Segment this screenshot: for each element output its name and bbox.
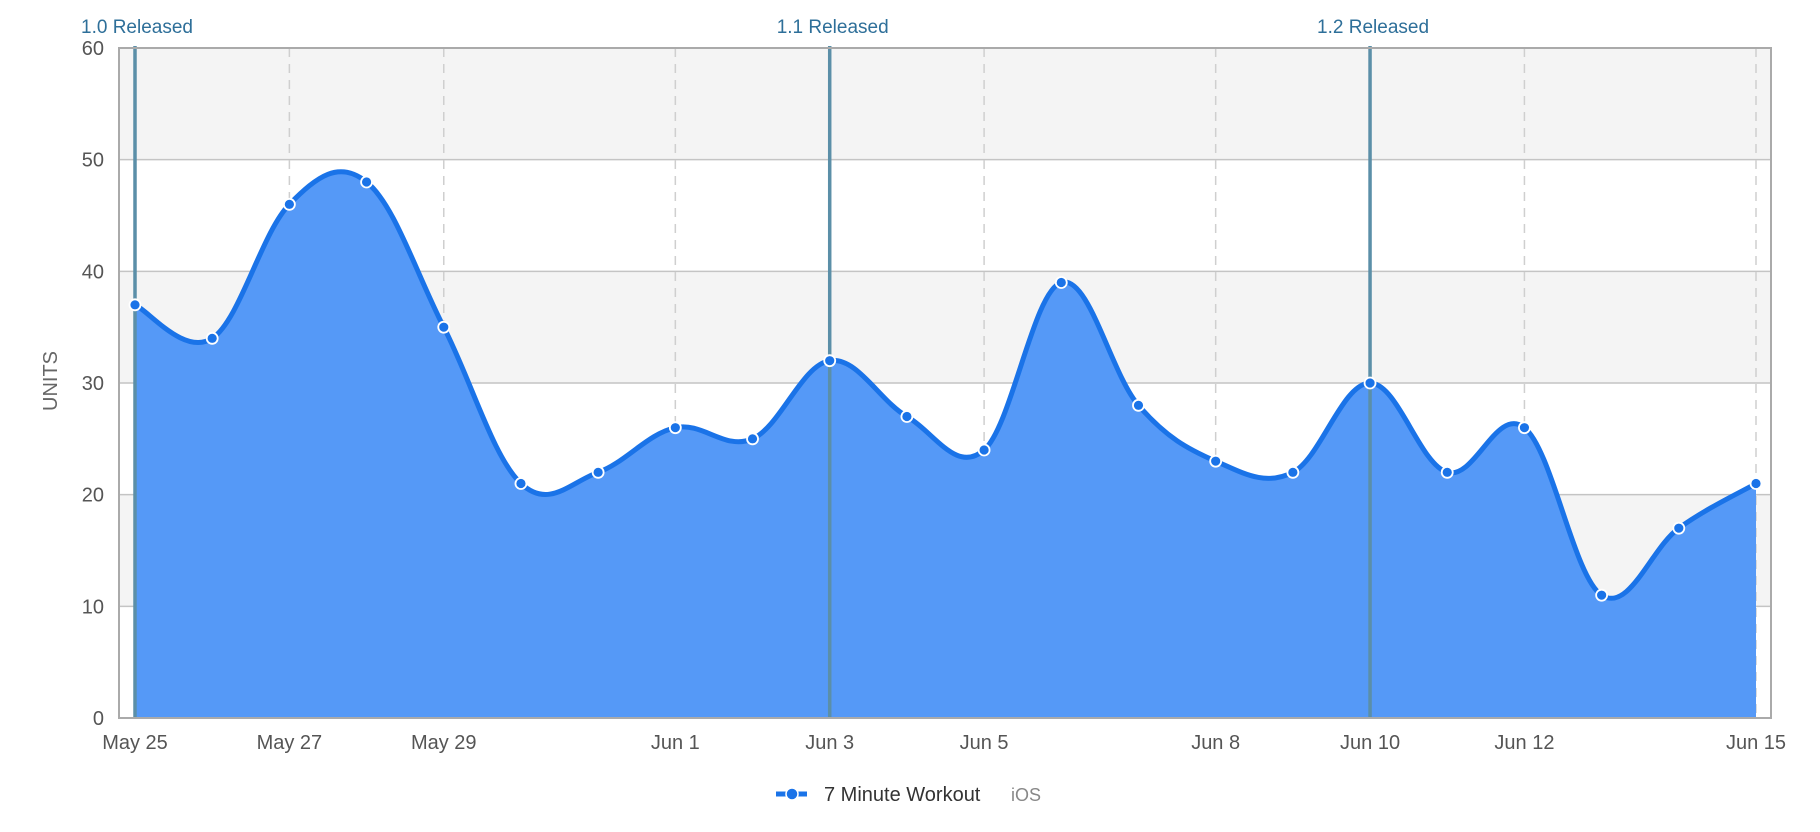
area-chart: 1.0 Released 1.1 Released 1.2 Released 0 10… [40, 17, 1786, 806]
y-tick-label: 30 [82, 373, 104, 395]
chart-container: 1.0 Released 1.1 Released 1.2 Released 0 10… [0, 0, 1820, 832]
legend-marker [785, 787, 799, 801]
y-tick-label: 20 [82, 485, 104, 507]
data-point [900, 410, 914, 423]
data-point [1749, 477, 1763, 490]
grid-band [119, 48, 1771, 160]
y-tick-label: 40 [82, 261, 104, 283]
data-point [514, 477, 528, 490]
data-point [360, 175, 373, 189]
y-tick-label: 50 [82, 150, 104, 172]
x-tick-label: Jun 5 [960, 732, 1009, 754]
data-point [1132, 398, 1145, 412]
x-tick-label: Jun 3 [805, 732, 854, 754]
data-point [823, 354, 837, 368]
data-point [1209, 454, 1223, 468]
data-point [1440, 465, 1454, 479]
data-point [1518, 421, 1531, 435]
x-tick-label: May 29 [411, 732, 477, 754]
data-point [591, 465, 605, 479]
data-point [1363, 376, 1377, 390]
x-axis-ticks: May 25 May 27 May 29 Jun 1 Jun 3 Jun 5 Jun 8 Ju… [102, 732, 1786, 754]
x-tick-label: May 25 [102, 732, 168, 754]
x-tick-label: Jun 15 [1726, 732, 1786, 754]
x-tick-label: May 27 [257, 732, 323, 754]
data-point [1286, 465, 1300, 479]
x-tick-label: Jun 1 [651, 732, 700, 754]
y-axis-title: UNITS [40, 351, 62, 411]
data-point [1054, 276, 1068, 289]
x-tick-label: Jun 8 [1191, 732, 1240, 754]
release-label: 1.0 Released [81, 17, 193, 38]
y-tick-label: 60 [82, 38, 104, 60]
data-point [282, 197, 296, 211]
legend-platform: iOS [1011, 785, 1041, 805]
data-point [668, 421, 682, 435]
x-tick-label: Jun 12 [1494, 732, 1554, 754]
data-point [128, 298, 142, 312]
data-point [746, 432, 759, 446]
data-point [1595, 588, 1609, 602]
data-point [977, 443, 991, 457]
y-tick-label: 0 [93, 708, 104, 730]
release-label: 1.1 Released [777, 17, 889, 38]
release-label: 1.2 Released [1317, 17, 1429, 38]
legend-series-name: 7 Minute Workout [824, 784, 981, 806]
x-tick-label: Jun 10 [1340, 732, 1400, 754]
y-axis-ticks: 0 10 20 30 40 50 60 [82, 38, 104, 730]
legend[interactable]: 7 Minute Workout iOS [776, 784, 1041, 806]
data-point [205, 331, 219, 345]
data-point [1672, 521, 1686, 535]
y-tick-label: 10 [82, 596, 104, 618]
data-point [437, 320, 451, 334]
